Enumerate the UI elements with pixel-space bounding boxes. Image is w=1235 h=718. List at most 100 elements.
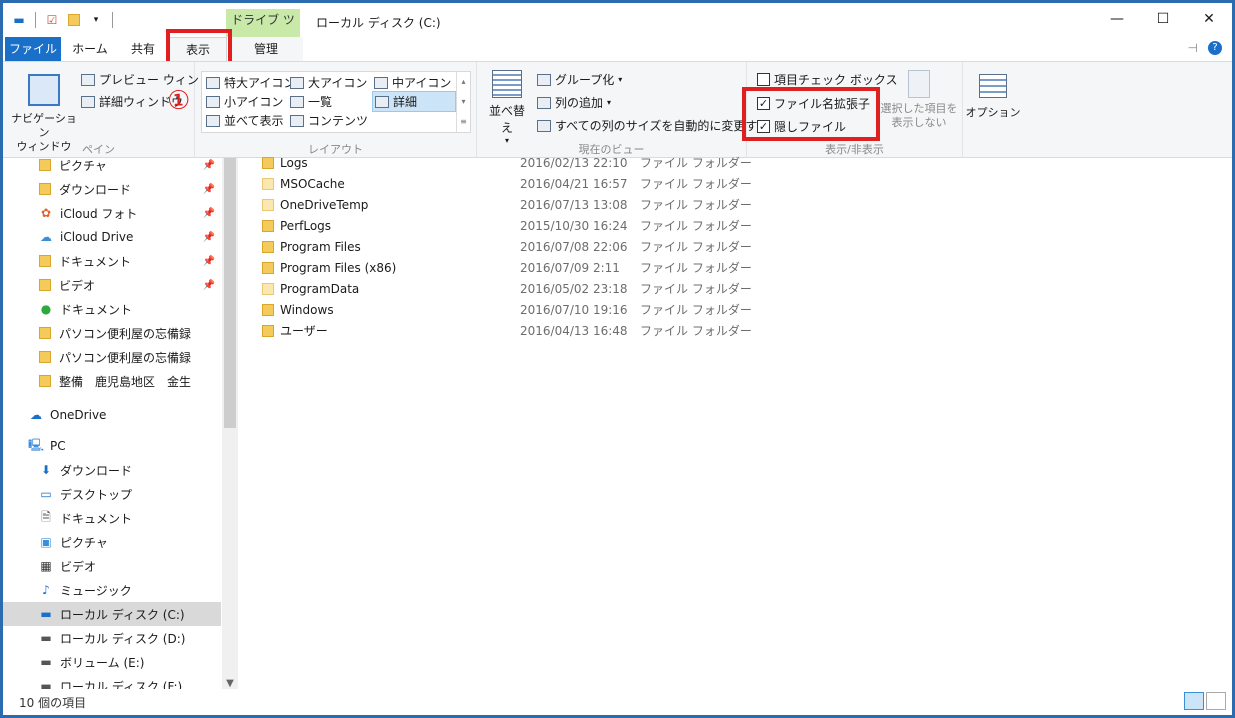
nav-item-onedrive[interactable]: ☁ OneDrive bbox=[3, 403, 221, 427]
layout-large-icons[interactable]: 大アイコン bbox=[290, 74, 367, 91]
nav-item-documents-synced[interactable]: ● ドキュメント bbox=[3, 297, 221, 321]
drive-icon: ▬ bbox=[40, 655, 52, 669]
list-item[interactable]: Program Files 2016/07/08 22:06 ファイル フォルダー bbox=[238, 236, 838, 257]
group-by-icon bbox=[537, 73, 551, 86]
chevron-down-icon[interactable]: ▼ bbox=[222, 678, 238, 689]
list-item[interactable]: ユーザー 2016/04/13 16:48 ファイル フォルダー bbox=[238, 320, 838, 341]
nav-item-folder[interactable]: パソコン便利屋の忘備録 bbox=[3, 345, 221, 369]
layout-xlarge-icons[interactable]: 特大アイコン bbox=[206, 74, 295, 91]
layout-medium-icons[interactable]: 中アイコン bbox=[374, 74, 451, 91]
nav-item-pictures[interactable]: ピクチャ 📌 bbox=[3, 153, 221, 177]
tab-home[interactable]: ホーム bbox=[65, 37, 115, 61]
nav-pane-icon bbox=[28, 74, 60, 106]
nav-item-pc[interactable]: 🖳 PC bbox=[3, 434, 221, 458]
nav-item-icloud-drive[interactable]: ☁ iCloud Drive 📌 bbox=[3, 225, 221, 249]
nav-item-label: PC bbox=[50, 439, 66, 453]
minimize-button[interactable]: — bbox=[1094, 3, 1140, 35]
nav-scrollbar[interactable]: ▼ bbox=[222, 158, 238, 693]
folder-icon bbox=[39, 327, 51, 339]
file-name: ProgramData bbox=[280, 281, 360, 296]
details-label: 詳細 bbox=[393, 95, 418, 109]
nav-item-label: iCloud フォト bbox=[60, 206, 138, 221]
ribbon: ナビゲーション ウィンドウ プレビュー ウィンドウ 詳細ウィンドウ ペイン ① … bbox=[3, 61, 1232, 159]
item-checkboxes-checkbox[interactable] bbox=[757, 73, 770, 86]
pin-icon[interactable]: 📌 bbox=[203, 256, 215, 267]
layout-content[interactable]: コンテンツ bbox=[290, 112, 368, 129]
layout-details[interactable]: 詳細 bbox=[372, 91, 456, 112]
small-icons-label: 小アイコン bbox=[224, 95, 284, 109]
autosize-columns-button[interactable]: すべての列のサイズを自動的に変更する bbox=[537, 117, 769, 134]
nav-item-label: ダウンロード bbox=[59, 182, 132, 197]
layout-tiles[interactable]: 並べて表示 bbox=[206, 112, 284, 129]
nav-item-pc-documents[interactable]: 🗎 ドキュメント bbox=[3, 506, 221, 530]
nav-item-label: デスクトップ bbox=[60, 487, 133, 502]
layout-scroll-icon[interactable]: ▴ ▾ ≡ bbox=[456, 72, 470, 132]
pin-icon[interactable]: 📌 bbox=[203, 280, 215, 291]
group-options: オプション bbox=[963, 62, 1021, 159]
list-item[interactable]: Logs 2016/02/13 22:10 ファイル フォルダー bbox=[238, 152, 838, 173]
video-icon: ▦ bbox=[40, 559, 52, 573]
icloud-drive-icon: ☁ bbox=[40, 230, 52, 244]
tab-share[interactable]: 共有 bbox=[119, 37, 167, 61]
nav-item-folder[interactable]: 整備 鹿児島地区 金生 bbox=[3, 369, 221, 393]
tab-file[interactable]: ファイル bbox=[5, 37, 61, 61]
tab-manage[interactable]: 管理 bbox=[229, 37, 303, 61]
list-item[interactable]: OneDriveTemp 2016/07/13 13:08 ファイル フォルダー bbox=[238, 194, 838, 215]
separator bbox=[35, 12, 36, 28]
nav-item-folder[interactable]: パソコン便利屋の忘備録 bbox=[3, 321, 221, 345]
nav-item-local-disk-d[interactable]: ▬ ローカル ディスク (D:) bbox=[3, 626, 221, 650]
layout-small-icons[interactable]: 小アイコン bbox=[206, 93, 283, 110]
group-by-button[interactable]: グループ化 ▾ bbox=[537, 71, 622, 88]
list-item[interactable]: ProgramData 2016/05/02 23:18 ファイル フォルダー bbox=[238, 278, 838, 299]
nav-item-downloads[interactable]: ダウンロード 📌 bbox=[3, 177, 221, 201]
details-view-button[interactable] bbox=[1184, 692, 1204, 710]
file-name: OneDriveTemp bbox=[280, 197, 369, 212]
folder-icon bbox=[262, 240, 274, 253]
nav-item-pc-videos[interactable]: ▦ ビデオ bbox=[3, 554, 221, 578]
window-title: ローカル ディスク (C:) bbox=[316, 16, 441, 30]
group-by-dropdown-icon: ▾ bbox=[618, 75, 623, 84]
nav-item-pc-pictures[interactable]: ▣ ピクチャ bbox=[3, 530, 221, 554]
file-date: 2016/04/13 16:48 bbox=[520, 323, 628, 338]
list-item[interactable]: Program Files (x86) 2016/07/09 2:11 ファイル フ… bbox=[238, 257, 838, 278]
close-button[interactable]: ✕ bbox=[1186, 3, 1232, 35]
options-button[interactable]: オプション bbox=[965, 74, 1021, 120]
sort-button[interactable]: 並べ替え ▾ bbox=[485, 70, 529, 145]
ribbon-right-controls: ⊣ ? bbox=[1188, 41, 1222, 55]
nav-item-videos[interactable]: ビデオ 📌 bbox=[3, 273, 221, 297]
list-item[interactable]: MSOCache 2016/04/21 16:57 ファイル フォルダー bbox=[238, 173, 838, 194]
properties-icon[interactable]: ☑ bbox=[44, 12, 60, 28]
add-column-button[interactable]: 列の追加 ▾ bbox=[537, 94, 611, 111]
nav-item-pc-downloads[interactable]: ⬇ ダウンロード bbox=[3, 458, 221, 482]
download-icon: ⬇ bbox=[40, 463, 52, 477]
help-icon[interactable]: ? bbox=[1208, 41, 1222, 55]
preview-pane-icon bbox=[81, 73, 95, 86]
medium-icons-label: 中アイコン bbox=[392, 76, 452, 90]
large-icons-view-button[interactable] bbox=[1206, 692, 1226, 710]
nav-item-label: ダウンロード bbox=[60, 463, 133, 478]
pin-ribbon-icon[interactable]: ⊣ bbox=[1188, 41, 1198, 55]
file-type: ファイル フォルダー bbox=[640, 240, 752, 254]
pin-icon[interactable]: 📌 bbox=[203, 208, 215, 219]
nav-item-documents[interactable]: ドキュメント 📌 bbox=[3, 249, 221, 273]
details-pane-icon bbox=[81, 95, 95, 108]
nav-scrollbar-thumb[interactable] bbox=[224, 158, 236, 428]
group-layout: 特大アイコン 大アイコン 中アイコン 小アイコン 一覧 詳細 並べて表示 コンテ… bbox=[195, 62, 477, 159]
file-date: 2016/07/13 13:08 bbox=[520, 197, 628, 212]
pin-icon[interactable]: 📌 bbox=[203, 184, 215, 195]
pin-icon[interactable]: 📌 bbox=[203, 232, 215, 243]
new-folder-icon[interactable] bbox=[66, 12, 82, 28]
pin-icon[interactable]: 📌 bbox=[203, 160, 215, 171]
qat-dropdown-icon[interactable]: ▾ bbox=[88, 12, 104, 28]
list-item[interactable]: PerfLogs 2015/10/30 16:24 ファイル フォルダー bbox=[238, 215, 838, 236]
layout-list[interactable]: 一覧 bbox=[290, 93, 332, 110]
item-checkboxes-toggle[interactable]: 項目チェック ボックス bbox=[757, 71, 897, 88]
list-item[interactable]: Windows 2016/07/10 19:16 ファイル フォルダー bbox=[238, 299, 838, 320]
nav-item-desktop[interactable]: ▭ デスクトップ bbox=[3, 482, 221, 506]
nav-item-music[interactable]: ♪ ミュージック bbox=[3, 578, 221, 602]
maximize-button[interactable]: ☐ bbox=[1140, 3, 1186, 35]
nav-item-volume-e[interactable]: ▬ ボリューム (E:) bbox=[3, 650, 221, 674]
nav-item-local-disk-c[interactable]: ▬ ローカル ディスク (C:) bbox=[3, 602, 221, 626]
nav-item-icloud-photos[interactable]: ✿ iCloud フォト 📌 bbox=[3, 201, 221, 225]
hide-selected-button[interactable]: 選択した項目を 表示しない bbox=[879, 70, 959, 130]
